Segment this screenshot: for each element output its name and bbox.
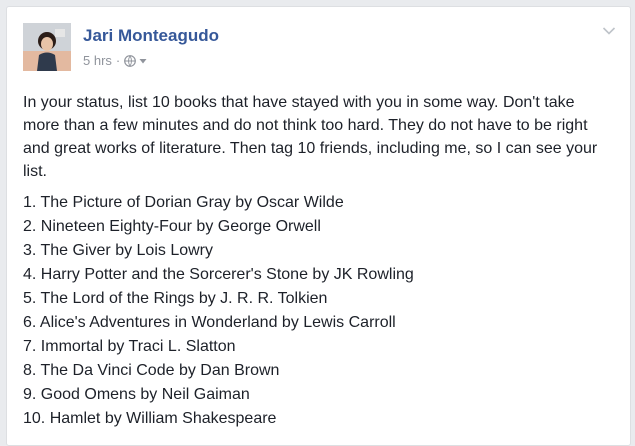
list-item: 2. Nineteen Eighty-Four by George Orwell bbox=[23, 218, 321, 235]
list-item: 6. Alice's Adventures in Wonderland by L… bbox=[23, 314, 396, 331]
status-text: In your status, list 10 books that have … bbox=[23, 94, 598, 180]
chevron-down-icon[interactable] bbox=[602, 26, 616, 36]
list-item: 3. The Giver by Lois Lowry bbox=[23, 242, 214, 259]
meta-separator: · bbox=[115, 53, 121, 68]
globe-icon[interactable] bbox=[124, 54, 137, 67]
list-item: 10. Hamlet by William Shakespeare bbox=[23, 410, 277, 427]
caret-down-icon[interactable] bbox=[139, 57, 147, 65]
list-item: 5. The Lord of the Rings by J. R. R. Tol… bbox=[23, 290, 328, 307]
avatar[interactable] bbox=[23, 23, 71, 71]
post-meta: 5 hrs · bbox=[83, 53, 147, 68]
post-card: Jari Monteagudo 5 hrs · In your status, … bbox=[6, 6, 631, 446]
list-item: 1. The Picture of Dorian Gray by Oscar W… bbox=[23, 194, 344, 211]
list-item: 7. Immortal by Traci L. Slatton bbox=[23, 338, 236, 355]
list-item: 4. Harry Potter and the Sorcerer's Stone… bbox=[23, 266, 414, 283]
author-name[interactable]: Jari Monteagudo bbox=[83, 26, 219, 46]
timestamp-link[interactable]: 5 hrs bbox=[83, 53, 112, 68]
profile-photo bbox=[23, 23, 71, 71]
book-list: 1. The Picture of Dorian Gray by Oscar W… bbox=[23, 191, 414, 431]
list-item: 8. The Da Vinci Code by Dan Brown bbox=[23, 362, 280, 379]
list-item: 9. Good Omens by Neil Gaiman bbox=[23, 386, 250, 403]
